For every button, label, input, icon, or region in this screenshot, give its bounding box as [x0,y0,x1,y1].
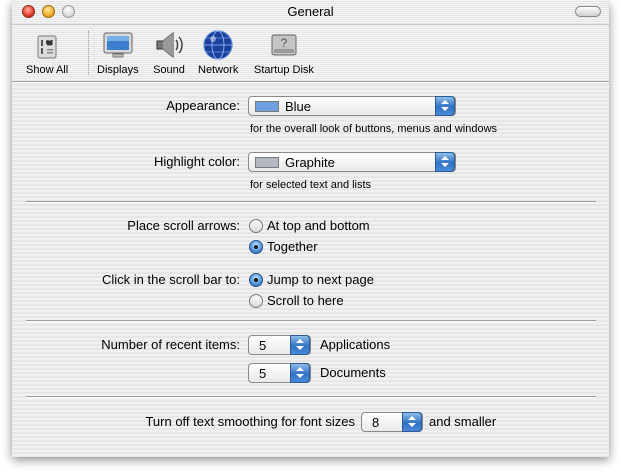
recent-documents-popup[interactable]: 5 [248,363,311,383]
recent-items-label: Number of recent items: [101,337,240,352]
highlight-color-popup[interactable]: Graphite [248,152,456,172]
toolbar-startup-disk[interactable]: ? Startup Disk [254,29,314,76]
toolbar-displays[interactable]: Displays [97,29,139,76]
radio-label: At top and bottom [267,218,370,233]
display-icon [103,32,133,58]
window-title: General [287,4,334,19]
radio-label: Scroll to here [267,293,344,308]
startup-disk-icon: ? [271,34,297,56]
title-bar[interactable]: General [12,0,609,25]
popup-arrows-icon [435,96,455,116]
toolbar-network[interactable]: Network [198,29,238,76]
highlight-hint: for selected text and lists [250,179,372,191]
radio-jump-to-next-page[interactable] [249,273,263,287]
appearance-popup[interactable]: Blue [248,96,456,116]
toolbar-item-label: Sound [153,64,185,76]
toolbar-item-label: Show All [26,64,69,76]
radio-scroll-to-here[interactable] [249,294,263,308]
toolbar-show-all[interactable]: Show All [26,29,68,76]
recent-applications-popup[interactable]: 5 [248,335,311,355]
toolbar-item-label: Network [198,64,239,76]
appearance-value: Blue [285,99,312,114]
appearance-hint: for the overall look of buttons, menus a… [250,123,498,135]
applications-label: Applications [320,337,391,352]
scroll-click-label: Click in the scroll bar to: [102,272,240,287]
popup-arrows-icon [290,363,310,383]
and-smaller-label: and smaller [429,414,497,429]
svg-text:?: ? [281,36,288,50]
show-all-icon [37,35,57,59]
appearance-swatch [255,101,279,112]
highlight-color-label: Highlight color: [154,154,240,169]
popup-arrows-icon [435,152,455,172]
toolbar-sound[interactable]: Sound [153,29,185,76]
toolbar-toggle-button[interactable] [575,6,601,17]
toolbar: Show All Displays Sound Network ? Startu… [12,25,609,82]
radio-label: Together [267,239,318,254]
highlight-swatch [255,157,279,168]
appearance-label: Appearance: [166,98,240,113]
popup-arrows-icon [290,335,310,355]
smoothing-label: Turn off text smoothing for font sizes [145,414,355,429]
toolbar-item-label: Startup Disk [254,64,314,76]
radio-at-top-and-bottom[interactable] [249,219,263,233]
smoothing-size-popup[interactable]: 8 [361,412,423,432]
section-divider [26,201,596,203]
documents-label: Documents [320,365,386,380]
scroll-arrows-label: Place scroll arrows: [127,218,240,233]
general-pane: Appearance: Blue for the overall look of… [12,82,609,457]
toolbar-separator [88,31,89,75]
preferences-window: General Show All Displays Sound Network … [12,0,609,457]
speaker-icon [156,31,183,59]
toolbar-item-label: Displays [97,64,139,76]
recent-applications-value: 5 [259,338,267,353]
smoothing-value: 8 [372,415,380,430]
popup-arrows-icon [402,412,422,432]
highlight-value: Graphite [285,155,335,170]
radio-label: Jump to next page [267,272,374,287]
recent-documents-value: 5 [259,366,267,381]
section-divider [26,396,596,398]
globe-icon [203,30,233,60]
radio-together[interactable] [249,240,263,254]
section-divider [26,320,596,322]
